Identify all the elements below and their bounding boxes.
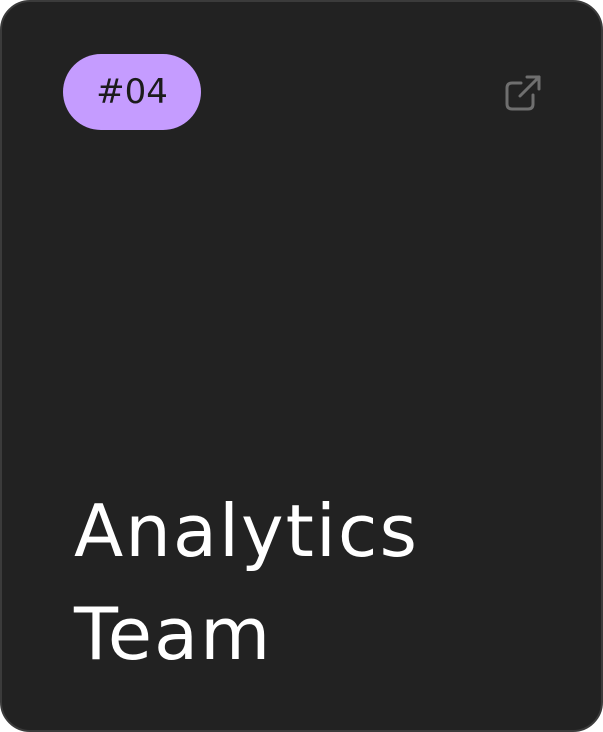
- team-title: Analytics Team: [74, 480, 419, 686]
- team-number-badge: #04: [63, 54, 201, 130]
- team-card[interactable]: #04 Analytics Team: [0, 0, 603, 732]
- team-title-line-1: Analytics: [74, 489, 419, 573]
- open-link-button[interactable]: [501, 71, 545, 115]
- team-title-line-2: Team: [74, 592, 273, 676]
- external-link-icon: [503, 73, 543, 113]
